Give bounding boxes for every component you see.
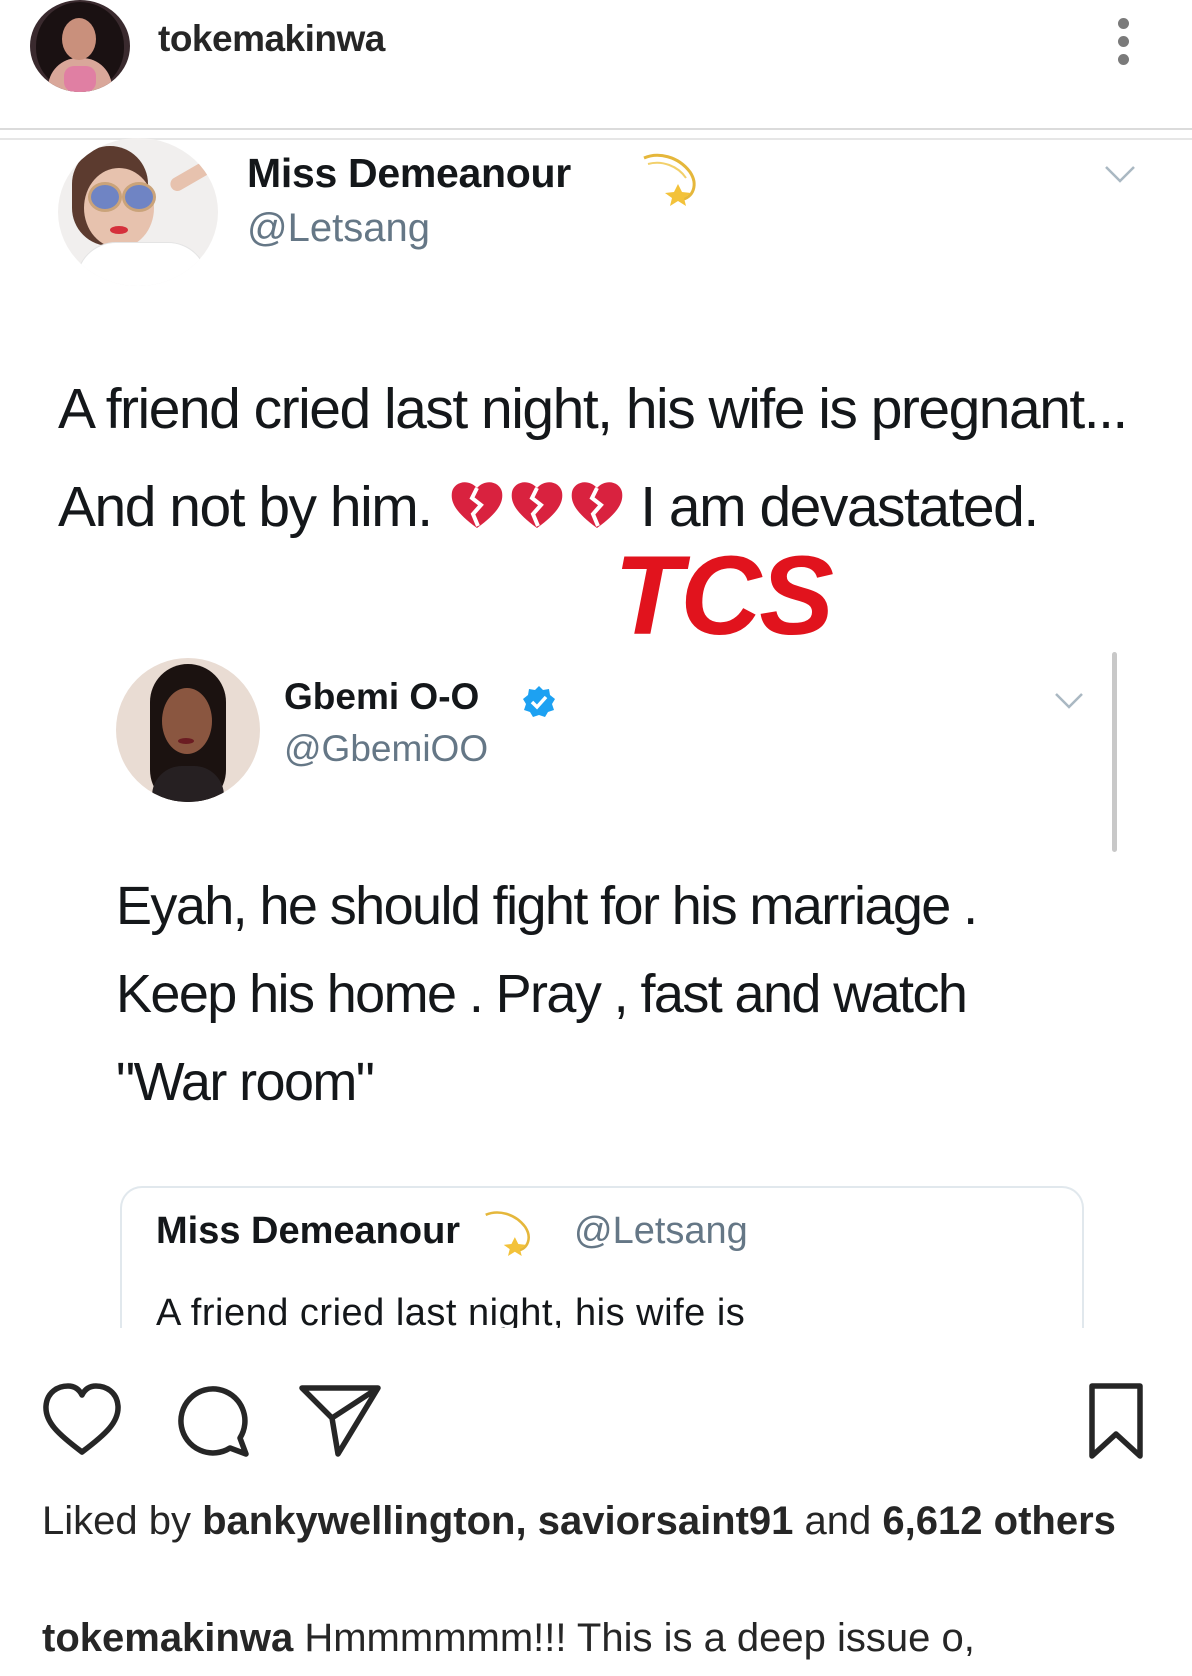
post-caption: tokemakinwa Hmmmmmm!!! This is a deep is… [42, 1616, 1182, 1661]
comment-icon[interactable] [174, 1382, 254, 1458]
tweet-author-avatar [58, 138, 218, 286]
header-divider [0, 128, 1192, 130]
liker-username[interactable]: bankywellington, [202, 1499, 526, 1543]
shooting-star-icon [485, 1211, 530, 1256]
quoted-author-name: Miss Demeanour [156, 1210, 461, 1252]
quoted-author-handle: @Letsang [574, 1210, 748, 1252]
shooting-star-icon [643, 153, 696, 206]
reply-text-line: "War room" [116, 1052, 375, 1112]
tweet-author-name: Miss Demeanour [247, 150, 571, 196]
reply-author-handle: @GbemiOO [284, 728, 489, 769]
tweet-text-end: I am devastated. [640, 475, 1039, 539]
post-username[interactable]: tokemakinwa [158, 18, 385, 60]
tweet-text: A friend cried last night, his wife is p… [58, 360, 1138, 556]
likes-summary: Liked by bankywellington, saviorsaint91 … [42, 1490, 1142, 1552]
share-icon[interactable] [298, 1382, 382, 1458]
chevron-down-icon[interactable] [1102, 162, 1138, 186]
like-heart-icon[interactable] [40, 1382, 124, 1458]
broken-heart-icon [511, 482, 563, 528]
reply-text: Eyah, he should fight for his marriage .… [116, 862, 1116, 1126]
caption-text: Hmmmmmm!!! This is a deep issue o, [304, 1616, 975, 1660]
likes-conjunction: and [804, 1499, 872, 1543]
scrollbar[interactable] [1112, 652, 1117, 852]
likes-prefix: Liked by [42, 1499, 191, 1543]
broken-heart-icon [451, 482, 503, 528]
reply-author-name: Gbemi O-O [284, 676, 480, 717]
chevron-down-icon[interactable] [1052, 690, 1086, 712]
reply-text-line: Keep his home . Pray , fast and watch [116, 964, 968, 1024]
caption-username[interactable]: tokemakinwa [42, 1616, 293, 1660]
verified-badge-icon [523, 686, 555, 717]
post-action-bar [0, 1370, 1192, 1470]
quoted-text: A friend cried last night, his wife is [156, 1292, 746, 1328]
header-divider-secondary [0, 138, 1192, 140]
broken-heart-icon [571, 482, 623, 528]
watermark-logo: TCS [614, 533, 834, 658]
reply-author-avatar [116, 658, 260, 802]
bookmark-icon[interactable] [1088, 1382, 1144, 1460]
likes-count[interactable]: 6,612 others [882, 1499, 1115, 1543]
quoted-tweet-card[interactable]: Miss Demeanour @Letsang A friend cried l… [120, 1186, 1084, 1328]
tweet-author-handle: @Letsang [247, 206, 430, 250]
profile-avatar[interactable] [30, 0, 130, 92]
reply-text-line: Eyah, he should fight for his marriage . [116, 876, 978, 936]
liker-username[interactable]: saviorsaint91 [538, 1499, 794, 1543]
post-header: tokemakinwa [0, 0, 1192, 132]
more-options-icon[interactable] [1112, 12, 1136, 72]
